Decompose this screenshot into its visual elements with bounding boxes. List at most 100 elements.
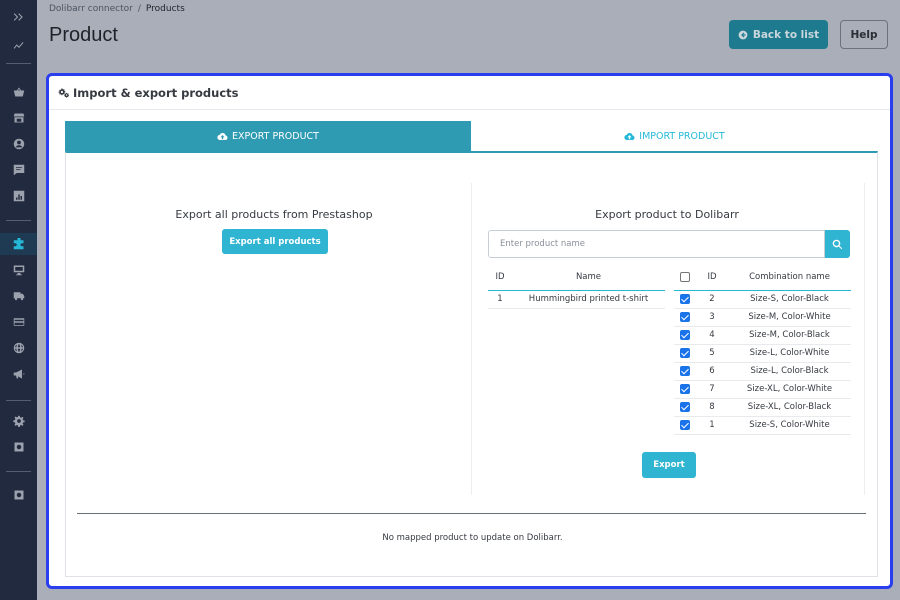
combination-checkbox[interactable] — [680, 329, 690, 340]
combination-checkbox[interactable] — [680, 311, 690, 322]
search-icon — [832, 239, 843, 249]
tab-export-product[interactable]: EXPORT PRODUCT — [65, 121, 471, 151]
select-all-header — [674, 265, 696, 291]
table-row[interactable]: 8 Size-XL, Color-Black — [674, 398, 851, 417]
import-export-panel: Import & export products EXPORT PRODUCT … — [46, 73, 893, 589]
page-header: Dolibarr connector / Products Product Back… — [37, 0, 900, 64]
combination-checkbox-cell — [674, 398, 696, 417]
truck-icon[interactable] — [0, 285, 37, 307]
combination-id: 5 — [696, 344, 728, 363]
customer-icon[interactable] — [0, 133, 37, 155]
product-table: ID Name 1 Hummingbird printed t-shirt — [488, 265, 665, 309]
combination-checkbox-cell — [674, 380, 696, 399]
combination-checkbox-cell — [674, 362, 696, 381]
combination-checkbox[interactable] — [680, 401, 690, 412]
tab-import-product[interactable]: IMPORT PRODUCT — [471, 121, 878, 151]
chart-icon[interactable] — [0, 185, 37, 207]
export-to-dolibarr-label: Export product to Dolibarr — [595, 208, 739, 221]
combination-checkbox[interactable] — [680, 419, 690, 430]
stats-icon[interactable] — [0, 34, 37, 56]
cloud-download-icon — [624, 132, 635, 140]
combination-name: Size-XL, Color-Black — [728, 398, 851, 417]
breadcrumb-separator: / — [137, 4, 141, 14]
store-icon[interactable] — [0, 107, 37, 129]
panel-title: Import & export products — [73, 85, 239, 100]
combination-name: Size-L, Color-White — [728, 344, 851, 363]
help-button[interactable]: Help — [840, 20, 888, 49]
breadcrumb-parent[interactable]: Dolibarr connector — [49, 4, 133, 14]
tab-content: Export all products from Prestashop Expo… — [65, 151, 878, 577]
combination-id: 1 — [696, 416, 728, 435]
panel-header: Import & export products — [49, 76, 890, 110]
advanced-icon[interactable] — [0, 436, 37, 458]
combination-id: 2 — [696, 290, 728, 309]
megaphone-icon[interactable] — [0, 363, 37, 385]
back-to-list-label: Back to list — [752, 28, 820, 41]
expand-icon[interactable] — [0, 6, 37, 28]
messages-icon[interactable] — [0, 159, 37, 181]
modules-icon[interactable] — [0, 233, 37, 255]
combination-checkbox[interactable] — [680, 347, 690, 358]
column-edge — [864, 183, 865, 495]
product-name-header: Name — [512, 265, 665, 291]
breadcrumb-current: Products — [145, 4, 185, 14]
table-row[interactable]: 1 Size-S, Color-White — [674, 416, 851, 435]
table-row[interactable]: 6 Size-L, Color-Black — [674, 362, 851, 381]
table-row[interactable]: 4 Size-M, Color-Black — [674, 326, 851, 345]
divider — [77, 513, 866, 514]
back-to-list-button[interactable]: Back to list — [729, 20, 828, 49]
table-row[interactable]: 5 Size-L, Color-White — [674, 344, 851, 363]
combination-name-header: Combination name — [728, 265, 851, 291]
product-name: Hummingbird printed t-shirt — [512, 290, 665, 309]
arrow-left-circle-icon — [738, 30, 748, 39]
page-title: Product — [49, 24, 118, 46]
export-button[interactable]: Export — [642, 452, 696, 478]
breadcrumb: Dolibarr connector / Products — [49, 4, 185, 14]
table-row[interactable]: 2 Size-S, Color-Black — [674, 290, 851, 309]
combination-name: Size-S, Color-White — [728, 416, 851, 435]
tab-import-label: IMPORT PRODUCT — [639, 130, 725, 142]
combination-id: 3 — [696, 308, 728, 327]
select-all-checkbox[interactable] — [680, 272, 690, 282]
combination-name: Size-S, Color-Black — [728, 290, 851, 309]
combination-id: 6 — [696, 362, 728, 381]
combination-table: ID Combination name 2 Size-S, Color-Black… — [674, 265, 851, 435]
no-mapped-message: No mapped product to update on Dolibarr. — [382, 533, 563, 543]
combination-checkbox-cell — [674, 326, 696, 345]
monitor-icon[interactable] — [0, 259, 37, 281]
card-icon[interactable] — [0, 311, 37, 333]
combination-id: 7 — [696, 380, 728, 399]
combination-name: Size-L, Color-Black — [728, 362, 851, 381]
combination-checkbox[interactable] — [680, 293, 690, 304]
sidebar — [0, 0, 37, 600]
combination-id: 4 — [696, 326, 728, 345]
product-search-input[interactable] — [488, 230, 825, 258]
search-button[interactable] — [825, 230, 850, 258]
column-divider — [471, 183, 472, 495]
combination-name: Size-M, Color-White — [728, 308, 851, 327]
gears-icon — [58, 88, 69, 98]
combination-name: Size-M, Color-Black — [728, 326, 851, 345]
combination-checkbox[interactable] — [680, 365, 690, 376]
basket-icon[interactable] — [0, 81, 37, 103]
combination-id: 8 — [696, 398, 728, 417]
combination-checkbox-cell — [674, 290, 696, 309]
combination-id-header: ID — [696, 265, 728, 291]
combination-name: Size-XL, Color-White — [728, 380, 851, 399]
combination-checkbox[interactable] — [680, 383, 690, 394]
table-row[interactable]: 3 Size-M, Color-White — [674, 308, 851, 327]
settings-icon[interactable] — [0, 410, 37, 432]
product-id: 1 — [488, 290, 512, 309]
tab-export-label: EXPORT PRODUCT — [232, 130, 319, 142]
export-all-label: Export all products from Prestashop — [175, 208, 373, 221]
extension-icon[interactable] — [0, 484, 37, 506]
cloud-upload-icon — [217, 132, 228, 140]
product-id-header: ID — [488, 265, 512, 291]
combination-checkbox-cell — [674, 416, 696, 435]
combination-checkbox-cell — [674, 344, 696, 363]
combination-checkbox-cell — [674, 308, 696, 327]
table-row[interactable]: 1 Hummingbird printed t-shirt — [488, 290, 665, 309]
globe-icon[interactable] — [0, 337, 37, 359]
export-all-products-button[interactable]: Export all products — [222, 229, 328, 254]
table-row[interactable]: 7 Size-XL, Color-White — [674, 380, 851, 399]
